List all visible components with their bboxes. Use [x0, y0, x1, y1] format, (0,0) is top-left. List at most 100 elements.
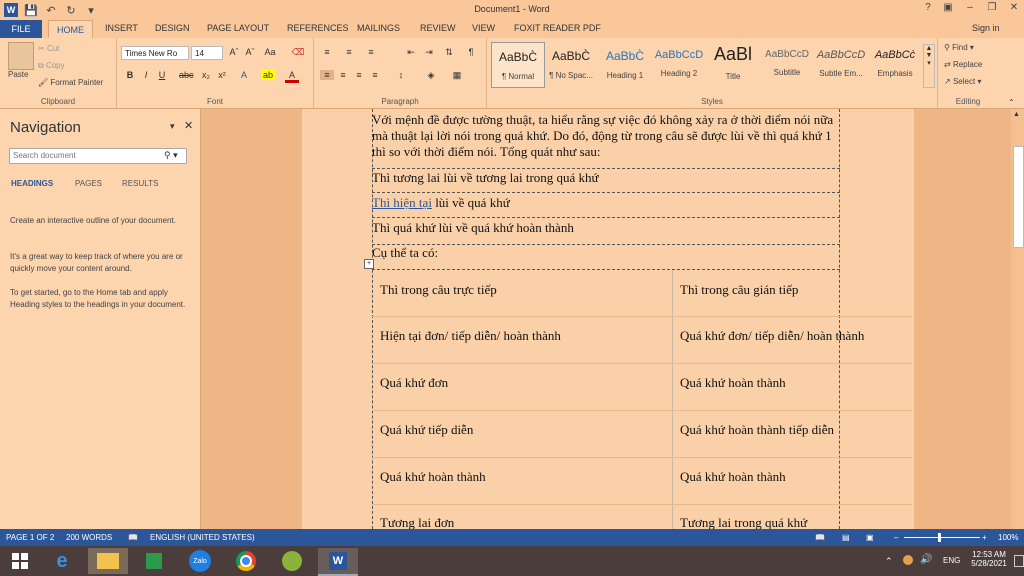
- restore-icon[interactable]: ❐: [984, 2, 1000, 16]
- save-icon[interactable]: 💾: [24, 3, 38, 17]
- find-button[interactable]: ⚲ Find ▾: [944, 43, 974, 52]
- undo-icon[interactable]: ↶: [44, 3, 58, 17]
- tab-view[interactable]: VIEW: [472, 23, 495, 33]
- table-cell[interactable]: Thì trong câu gián tiếp: [680, 282, 798, 298]
- page-count[interactable]: PAGE 1 OF 2: [6, 533, 54, 542]
- strikethrough-icon[interactable]: abc: [179, 70, 194, 80]
- zoom-in-icon[interactable]: +: [982, 533, 987, 542]
- rule-line-2[interactable]: Thì hiện tại lùi về quá khứ: [372, 195, 840, 218]
- bold-icon[interactable]: B: [123, 70, 137, 80]
- align-left-icon[interactable]: ≡: [320, 70, 334, 80]
- subscript-icon[interactable]: x₂: [199, 70, 213, 80]
- internet-explorer-icon[interactable]: e: [42, 548, 82, 574]
- font-color-icon[interactable]: A: [285, 70, 299, 83]
- nav-tab-headings[interactable]: HEADINGS: [11, 179, 53, 188]
- tab-foxit-reader-pdf[interactable]: FOXIT READER PDF: [514, 23, 601, 33]
- tab-mailings[interactable]: MAILINGS: [357, 23, 400, 33]
- numbering-icon[interactable]: ≡: [342, 47, 356, 57]
- increase-indent-icon[interactable]: ⇥: [422, 47, 436, 58]
- copy-button[interactable]: ⧉ Copy: [38, 61, 65, 71]
- zoom-slider[interactable]: [904, 537, 980, 538]
- paste-button[interactable]: Paste: [8, 70, 28, 79]
- zoom-level[interactable]: 100%: [998, 533, 1018, 542]
- chrome-icon[interactable]: [226, 548, 266, 574]
- grammar-flag[interactable]: Thì hiện tại: [372, 195, 432, 210]
- rule-line-4[interactable]: Cụ thể ta có:: [372, 245, 840, 270]
- help-icon[interactable]: ?: [920, 2, 936, 16]
- zoom-out-icon[interactable]: –: [894, 533, 898, 542]
- bullets-icon[interactable]: ≡: [320, 47, 334, 57]
- grow-font-icon[interactable]: Aˆ: [227, 47, 241, 57]
- ribbon-display-options-icon[interactable]: ▣: [940, 2, 956, 16]
- line-spacing-icon[interactable]: ↕: [394, 70, 408, 80]
- zoom-slider-thumb[interactable]: [938, 533, 941, 542]
- table-cell[interactable]: Quá khứ tiếp diễn: [380, 422, 473, 438]
- format-painter-button[interactable]: 🖌 Format Painter: [38, 78, 103, 87]
- style-heading-2[interactable]: AaBbCcD Heading 2: [653, 42, 705, 86]
- align-center-icon[interactable]: ≡: [336, 70, 350, 80]
- table-cell[interactable]: Hiện tại đơn/ tiếp diễn/ hoàn thành: [380, 328, 561, 344]
- windows-start-icon[interactable]: [0, 548, 40, 574]
- clock[interactable]: 12:53 AM 5/28/2021: [968, 550, 1010, 568]
- redo-icon[interactable]: ↻: [64, 3, 78, 17]
- tab-page-layout[interactable]: PAGE LAYOUT: [207, 23, 269, 33]
- close-icon[interactable]: ✕: [1006, 2, 1022, 16]
- cut-button[interactable]: ✂ Cut: [38, 44, 59, 53]
- tab-home[interactable]: HOME: [48, 20, 93, 39]
- change-case-icon[interactable]: Aa: [263, 47, 277, 57]
- table-cell[interactable]: Quá khứ hoàn thành: [680, 469, 786, 485]
- volume-icon[interactable]: 🔊: [920, 554, 932, 565]
- intro-paragraph[interactable]: Với mệnh đề được tường thuật, ta hiểu rằ…: [372, 112, 840, 169]
- style-no-spacing[interactable]: AaBbC̀ ¶ No Spac...: [545, 42, 597, 86]
- clear-formatting-icon[interactable]: ⌫: [291, 47, 305, 58]
- shading-icon[interactable]: ◈: [424, 70, 438, 81]
- replace-button[interactable]: ⇄ Replace: [944, 60, 982, 69]
- unikey-icon[interactable]: [272, 548, 312, 574]
- decrease-indent-icon[interactable]: ⇤: [404, 47, 418, 58]
- style-title[interactable]: AaBl Title: [707, 42, 759, 86]
- web-layout-icon[interactable]: ▣: [866, 533, 874, 542]
- tab-review[interactable]: REVIEW: [420, 23, 456, 33]
- collapse-ribbon-icon[interactable]: ⌃: [1008, 98, 1015, 107]
- search-document-input[interactable]: Search document: [9, 148, 187, 164]
- table-cell[interactable]: Quá khứ đơn/ tiếp diễn/ hoàn thành: [680, 328, 864, 344]
- proofing-icon[interactable]: 📖: [128, 533, 138, 542]
- sign-in-link[interactable]: Sign in: [972, 23, 1000, 33]
- style-heading-1[interactable]: AaBbC̀ Heading 1: [599, 42, 651, 86]
- style-subtle-emphasis[interactable]: AaBbCcD Subtle Em...: [815, 42, 867, 86]
- select-button[interactable]: ↗ Select ▾: [944, 77, 981, 86]
- tab-file[interactable]: FILE: [0, 20, 42, 38]
- word-taskbar-icon[interactable]: W: [318, 548, 358, 576]
- store-icon[interactable]: [134, 548, 174, 574]
- tab-insert[interactable]: INSERT: [105, 23, 138, 33]
- table-cell[interactable]: Quá khứ hoàn thành: [380, 469, 486, 485]
- style-emphasis[interactable]: AaBbCc̀ Emphasis: [869, 42, 921, 86]
- borders-icon[interactable]: ▦: [450, 70, 464, 81]
- sort-icon[interactable]: ⇅: [442, 47, 456, 58]
- language-indicator[interactable]: ENGLISH (UNITED STATES): [150, 533, 255, 542]
- table-cell[interactable]: Quá khứ đơn: [380, 375, 448, 391]
- nav-close-icon[interactable]: ✕: [184, 119, 193, 132]
- rule-line-1[interactable]: Thì tương lai lùi về tương lai trong quá…: [372, 170, 840, 193]
- minimize-icon[interactable]: –: [962, 2, 978, 16]
- rule-line-3[interactable]: Thì quá khứ lùi về quá khứ hoàn thành: [372, 220, 840, 245]
- justify-icon[interactable]: ≡: [368, 70, 382, 80]
- nav-tab-pages[interactable]: PAGES: [75, 179, 102, 188]
- show-formatting-icon[interactable]: ¶: [464, 47, 478, 57]
- multilevel-list-icon[interactable]: ≡: [364, 47, 378, 57]
- font-size-combo[interactable]: 14: [191, 46, 223, 60]
- weather-icon[interactable]: [903, 555, 913, 565]
- tab-design[interactable]: DESIGN: [155, 23, 190, 33]
- superscript-icon[interactable]: x²: [215, 70, 229, 80]
- styles-scroll-icon[interactable]: ▲ ▼ ▾: [923, 44, 935, 88]
- input-language[interactable]: ENG: [943, 556, 960, 565]
- zalo-icon[interactable]: Zalo: [180, 548, 220, 574]
- table-cell[interactable]: Quá khứ hoàn thành tiếp diễn: [680, 422, 834, 438]
- read-mode-icon[interactable]: 📖: [815, 533, 825, 542]
- word-count[interactable]: 200 WORDS: [66, 533, 112, 542]
- tab-references[interactable]: REFERENCES: [287, 23, 349, 33]
- notifications-icon[interactable]: [1014, 555, 1024, 567]
- scrollbar-thumb[interactable]: [1013, 146, 1024, 248]
- highlight-color-icon[interactable]: ab: [261, 70, 275, 80]
- align-right-icon[interactable]: ≡: [352, 70, 366, 80]
